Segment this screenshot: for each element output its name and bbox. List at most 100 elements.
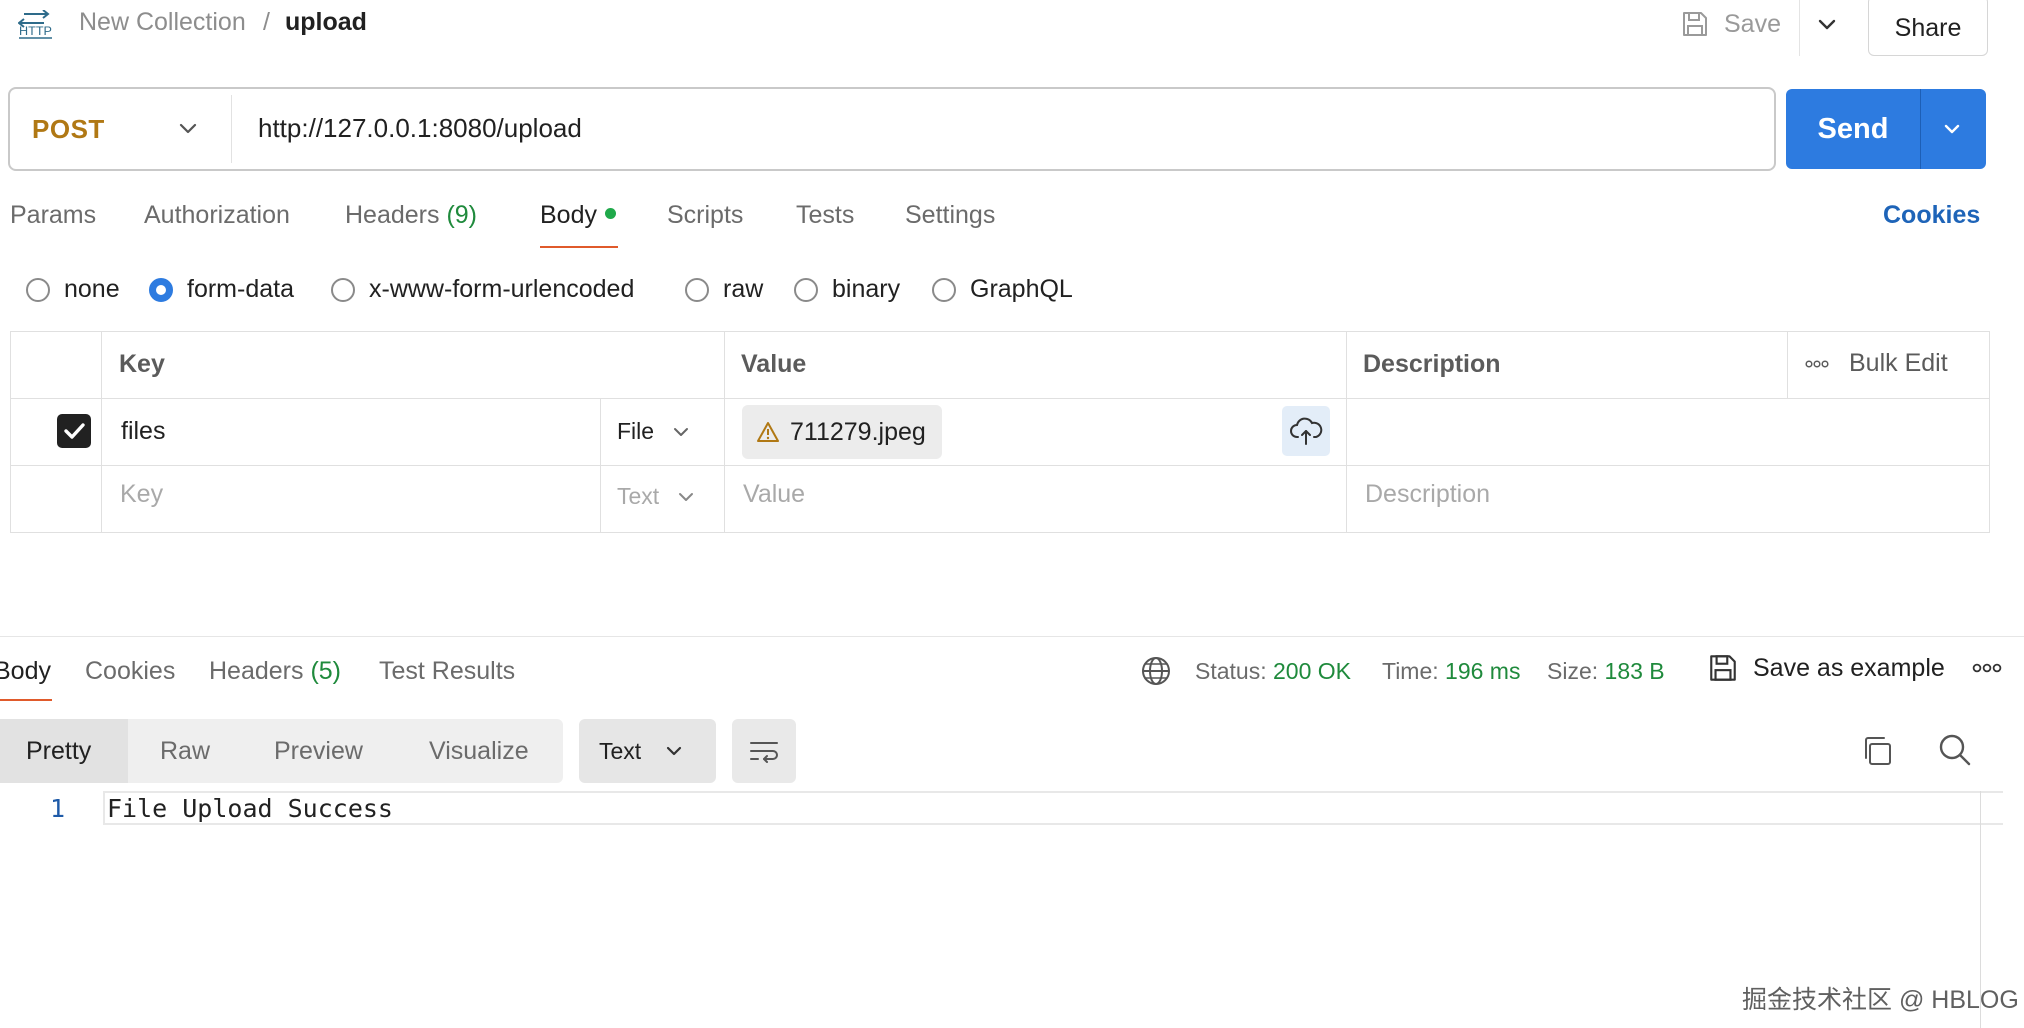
url-input[interactable] [258, 108, 1738, 148]
chevron-down-icon[interactable] [175, 116, 201, 142]
tab-settings[interactable]: Settings [905, 201, 995, 230]
new-type-label: Text [617, 483, 660, 509]
tab-body-label: Body [540, 201, 597, 229]
ellipsis-icon [1805, 359, 1829, 368]
radio-form-data[interactable]: form-data [149, 275, 294, 304]
checkbox-checked-icon[interactable] [57, 414, 91, 448]
response-tab-headers-label: Headers [209, 657, 304, 685]
chevron-down-icon[interactable] [1938, 115, 1966, 143]
view-visualize-button[interactable]: Visualize [393, 719, 553, 783]
response-status[interactable]: Status: 200 OK [1195, 658, 1351, 685]
breadcrumb-separator: / [263, 8, 270, 36]
tab-headers-label: Headers [345, 201, 440, 229]
radio-raw-label: raw [723, 275, 764, 303]
tab-params[interactable]: Params [10, 201, 96, 230]
row-type-label: File [617, 418, 655, 444]
response-tab-headers-count: (5) [310, 657, 342, 685]
new-key-input[interactable]: Key [120, 480, 163, 509]
format-select[interactable]: Text [579, 719, 716, 783]
save-button[interactable]: Save [1680, 0, 1781, 48]
radio-none-label: none [64, 275, 120, 303]
column-header-description: Description [1363, 350, 1501, 378]
upload-file-button[interactable] [1282, 406, 1330, 456]
chevron-down-icon [679, 492, 694, 501]
format-label: Text [599, 737, 642, 764]
save-as-example-label: Save as example [1753, 653, 1945, 682]
watermark: 掘金技术社区 @ HBLOG [1742, 986, 2019, 1014]
body-indicator-dot [604, 207, 616, 219]
save-icon [1710, 655, 1736, 681]
radio-urlencoded-label: x-www-form-urlencoded [369, 275, 635, 303]
radio-form-data-label: form-data [187, 275, 294, 303]
view-raw-button[interactable]: Raw [128, 719, 228, 783]
radio-urlencoded[interactable]: x-www-form-urlencoded [331, 275, 634, 304]
bulk-edit-label: Bulk Edit [1849, 349, 1948, 377]
request-name[interactable]: upload [285, 8, 367, 37]
view-preview-button[interactable]: Preview [245, 719, 375, 783]
table-divider [600, 398, 601, 533]
radio-circle [932, 277, 956, 302]
tab-tests[interactable]: Tests [796, 201, 854, 230]
response-tab-body[interactable]: Body [0, 657, 51, 686]
method-select[interactable]: POST [32, 114, 105, 145]
tab-scripts-label: Scripts [667, 201, 744, 229]
response-tab-cookies[interactable]: Cookies [85, 657, 175, 686]
chevron-down-icon[interactable] [1812, 10, 1842, 40]
save-label: Save [1724, 9, 1781, 38]
column-header-value: Value [741, 350, 807, 378]
app-root: HTTP New Collection / upload Save Share … [0, 0, 2024, 1028]
new-description-input[interactable]: Description [1365, 480, 1490, 509]
tab-tests-label: Tests [796, 201, 855, 229]
response-tab-test-results[interactable]: Test Results [379, 657, 515, 686]
radio-raw[interactable]: raw [685, 275, 763, 304]
form-data-table [10, 331, 1990, 533]
copy-icon[interactable] [1858, 732, 1896, 770]
send-button-group: Send [1786, 89, 1986, 169]
view-pretty-button[interactable]: Pretty [0, 719, 128, 783]
tab-headers-count: (9) [446, 201, 478, 229]
save-icon [1683, 12, 1707, 36]
cookies-link[interactable]: Cookies [1883, 201, 1980, 230]
radio-circle [685, 277, 709, 302]
line-number: 1 [50, 794, 66, 823]
wrap-lines-button[interactable] [732, 719, 796, 783]
ellipsis-icon[interactable] [1972, 662, 2002, 674]
response-tab-headers[interactable]: Headers (5) [209, 657, 341, 686]
active-response-tab-underline [0, 699, 52, 701]
response-size[interactable]: Size: 183 B [1547, 658, 1665, 685]
radio-none[interactable]: none [26, 275, 120, 304]
row-key[interactable]: files [121, 417, 165, 446]
table-divider [1787, 331, 1788, 398]
radio-graphql[interactable]: GraphQL [932, 275, 1073, 304]
response-body-text[interactable]: File Upload Success [107, 794, 393, 823]
time-label: Time: [1382, 658, 1439, 684]
cloud-upload-icon [1290, 417, 1323, 445]
save-as-example-button[interactable]: Save as example [1707, 652, 1945, 684]
globe-icon[interactable] [1140, 655, 1172, 687]
file-chip[interactable]: 711279.jpeg [742, 405, 942, 459]
tab-scripts[interactable]: Scripts [667, 201, 743, 230]
new-type-select[interactable]: Text [617, 483, 697, 510]
new-value-input[interactable]: Value [743, 480, 805, 509]
share-button[interactable]: Share [1868, 0, 1988, 56]
radio-circle [26, 277, 50, 302]
tab-body[interactable]: Body [540, 201, 616, 230]
breadcrumb-collection[interactable]: New Collection [79, 8, 246, 37]
search-icon[interactable] [1935, 730, 1975, 770]
bulk-edit-button[interactable]: Bulk Edit [1805, 349, 1948, 378]
table-divider [10, 465, 1990, 466]
radio-circle [331, 277, 355, 302]
view-mode-group: Pretty Raw Preview Visualize [0, 719, 563, 783]
send-button[interactable]: Send [1786, 89, 1920, 169]
table-divider [1346, 331, 1347, 533]
warning-icon [757, 422, 779, 442]
toolbar-divider [1799, 0, 1800, 56]
radio-circle [794, 277, 818, 302]
response-divider [0, 636, 2024, 637]
radio-binary[interactable]: binary [794, 275, 900, 304]
wrap-lines-icon [750, 742, 778, 763]
tab-authorization[interactable]: Authorization [144, 201, 290, 230]
response-time[interactable]: Time: 196 ms [1382, 658, 1520, 685]
row-type-select[interactable]: File [617, 418, 692, 445]
tab-headers[interactable]: Headers (9) [345, 201, 477, 230]
